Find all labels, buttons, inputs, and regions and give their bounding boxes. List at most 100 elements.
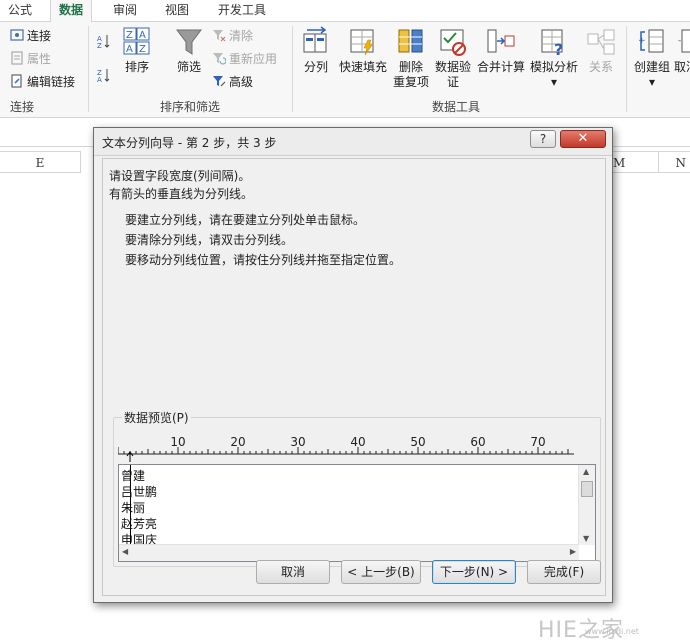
column-divider: [80, 151, 81, 173]
properties-icon: [11, 51, 23, 65]
chevron-down-icon: ▾: [550, 75, 558, 89]
ruler-labels: 10 20 30 40 50 60 70: [170, 435, 545, 449]
ruler-label: 20: [230, 435, 245, 449]
group-button[interactable]: + 创建组 ▾: [631, 26, 673, 90]
scroll-right-arrow-icon[interactable]: ▶: [570, 547, 576, 556]
clear-filter-icon: [213, 30, 226, 42]
column-ruler[interactable]: 10 20 30 40 50 60 70: [118, 434, 578, 462]
preview-row: 朱丽: [121, 501, 146, 515]
column-header-n[interactable]: N: [659, 151, 690, 173]
ungroup-button[interactable]: - 取消: [674, 26, 690, 75]
ruler-label: 70: [530, 435, 545, 449]
relationships-icon: [587, 29, 615, 55]
what-if-analysis-icon: ?: [541, 29, 563, 58]
watermark-url: www.itsdi.net: [585, 627, 639, 636]
svg-text:Z: Z: [97, 42, 102, 48]
scroll-down-arrow-icon[interactable]: ▼: [583, 534, 589, 543]
data-preview-label: 数据预览(P): [122, 409, 191, 426]
scroll-up-arrow-icon[interactable]: ▲: [583, 467, 589, 476]
chevron-down-icon: ▾: [648, 75, 656, 89]
ungroup-rows-icon: -: [678, 29, 690, 53]
data-validation-button[interactable]: 数据验证: [433, 26, 473, 90]
advanced-filter-button[interactable]: 高级: [212, 72, 253, 92]
back-button[interactable]: < 上一步(B): [341, 560, 421, 584]
ribbon-panel: 连接 属性 编辑链接 连接 AZ ZA ZAAZ 排序 筛选 清除 重新应用 高…: [0, 22, 690, 118]
svg-text:Z: Z: [139, 44, 146, 55]
dialog-title-bar[interactable]: 文本分列向导 - 第 2 步，共 3 步 ? ✕: [94, 128, 612, 156]
close-button[interactable]: ✕: [560, 130, 606, 148]
svg-text:A: A: [139, 30, 146, 41]
tab-review[interactable]: 审阅: [105, 0, 145, 22]
text-to-columns-wizard-dialog: 文本分列向导 - 第 2 步，共 3 步 ? ✕ 请设置字段宽度(列间隔)。 有…: [93, 127, 613, 603]
ruler-label: 30: [290, 435, 305, 449]
column-header-m[interactable]: M: [613, 151, 658, 173]
ruler-label: 60: [470, 435, 485, 449]
tab-view[interactable]: 视图: [157, 0, 197, 22]
next-button[interactable]: 下一步(N) >: [432, 560, 516, 584]
consolidate-icon: [487, 29, 515, 53]
ruler-label: 50: [410, 435, 425, 449]
reapply-icon: [213, 53, 226, 65]
data-preview-box[interactable]: 曾建 吕世鹏 朱丽 赵芳亮 申国庆 ▲ ▼ ◀ ▶: [118, 464, 596, 562]
sort-asc-button[interactable]: AZ: [97, 32, 114, 52]
consolidate-button[interactable]: 合并计算: [476, 26, 526, 75]
group-rows-icon: +: [638, 29, 664, 53]
ruler-label: 10: [170, 435, 185, 449]
relationships-button[interactable]: 关系: [584, 26, 618, 75]
hint-line-3: 要移动分列线位置，请按住分列线并拖至指定位置。: [125, 253, 402, 267]
preview-row: 吕世鹏: [121, 485, 158, 499]
sort-filter-group-label: 排序和筛选: [160, 100, 221, 114]
ruler-label: 40: [350, 435, 365, 449]
data-validation-icon: [440, 29, 466, 56]
tab-developer[interactable]: 开发工具: [210, 0, 274, 22]
instruction-line-2: 有箭头的垂直线为分列线。: [109, 187, 254, 201]
edit-links-icon: [11, 74, 22, 88]
scrollbar-thumb[interactable]: [581, 481, 593, 497]
flash-fill-icon: [350, 29, 374, 56]
sort-icon: Z AA Z: [123, 27, 150, 55]
preview-row: 曾建: [121, 469, 146, 483]
tab-data[interactable]: 数据: [50, 0, 93, 23]
horizontal-scrollbar[interactable]: ◀ ▶: [119, 544, 579, 561]
scroll-left-arrow-icon[interactable]: ◀: [122, 547, 128, 556]
svg-text:+: +: [638, 36, 646, 46]
dialog-content: 请设置字段宽度(列间隔)。 有箭头的垂直线为分列线。 要建立分列线，请在要建立分…: [102, 158, 606, 596]
sort-button[interactable]: ZAAZ 排序: [120, 26, 154, 75]
what-if-analysis-button[interactable]: ? 模拟分析 ▾: [528, 26, 580, 90]
properties-button[interactable]: 属性: [10, 49, 51, 69]
group-separator: [292, 26, 293, 112]
svg-text:-: -: [678, 36, 681, 46]
reapply-button[interactable]: 重新应用: [212, 49, 277, 69]
edit-links-button[interactable]: 编辑链接: [10, 72, 75, 92]
connections-button[interactable]: 连接: [10, 26, 51, 46]
svg-text:?: ?: [554, 40, 563, 58]
text-to-columns-icon: [303, 26, 327, 53]
vertical-scrollbar[interactable]: ▲ ▼: [578, 465, 595, 545]
connections-group-label: 连接: [10, 100, 35, 114]
group-separator: [626, 26, 627, 112]
flash-fill-button[interactable]: 快速填充: [337, 26, 389, 75]
connections-icon: [10, 29, 24, 41]
instruction-line-1: 请设置字段宽度(列间隔)。: [109, 169, 251, 183]
filter-button[interactable]: 筛选: [172, 26, 206, 75]
cancel-button[interactable]: 取消: [256, 560, 330, 584]
svg-text:A: A: [97, 76, 102, 82]
text-to-columns-button[interactable]: 分列: [300, 26, 332, 75]
column-header-e[interactable]: E: [0, 151, 80, 173]
advanced-filter-icon: [213, 76, 226, 87]
help-button[interactable]: ?: [530, 130, 556, 148]
data-tools-group-label: 数据工具: [432, 100, 481, 114]
tab-formulas[interactable]: 公式: [0, 0, 40, 22]
sort-desc-button[interactable]: ZA: [97, 66, 114, 86]
data-preview-group: 数据预览(P) 10 20 30 40 50 60 70 曾建 吕世鹏 朱丽 赵…: [113, 409, 601, 567]
svg-text:Z: Z: [126, 30, 133, 41]
remove-duplicates-button[interactable]: 删除 重复项: [392, 26, 430, 90]
finish-button[interactable]: 完成(F): [527, 560, 601, 584]
clear-filter-button[interactable]: 清除: [212, 26, 253, 46]
hint-line-2: 要清除分列线，请双击分列线。: [125, 233, 294, 247]
svg-text:A: A: [126, 44, 133, 55]
hint-line-1: 要建立分列线，请在要建立分列处单击鼠标。: [125, 213, 366, 227]
ribbon-tabbar: 公式 数据 审阅 视图 开发工具: [0, 0, 690, 23]
sort-ascending-icon: AZ: [97, 35, 110, 48]
remove-duplicates-icon: [398, 29, 423, 53]
